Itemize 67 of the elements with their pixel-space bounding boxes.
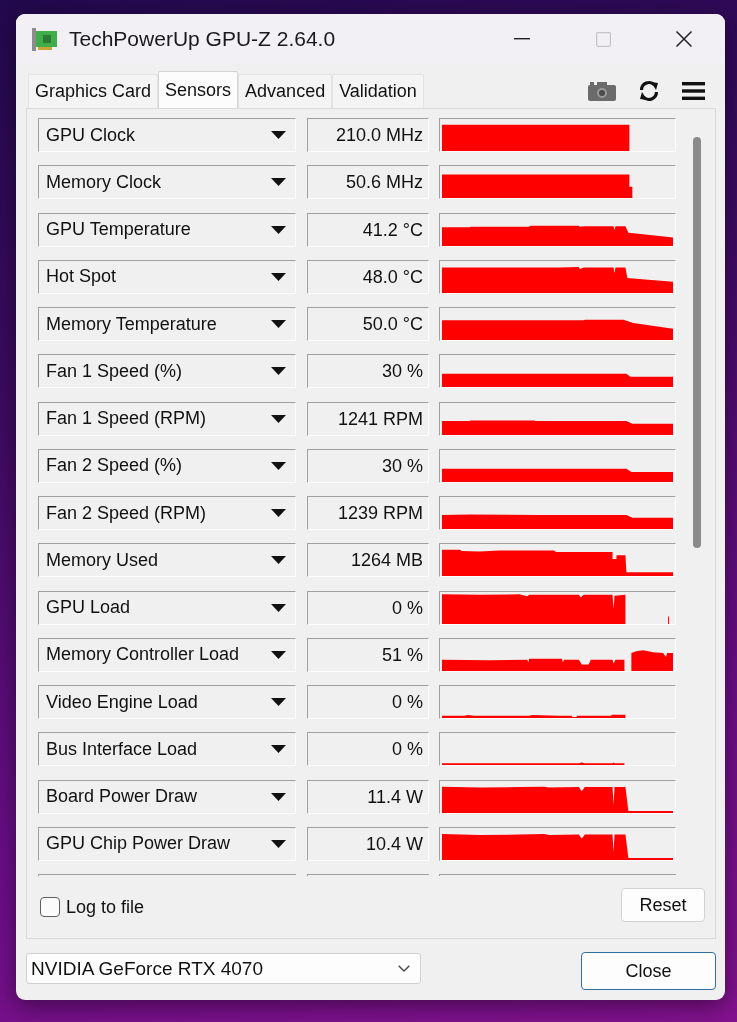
refresh-icon[interactable]: [638, 80, 660, 102]
caret-icon: [271, 414, 286, 423]
sensor-value: 51 %: [307, 637, 429, 672]
caret-icon: [271, 698, 286, 707]
sensor-select[interactable]: Bus Interface Load: [38, 732, 296, 767]
sensor-value: 1239 RPM: [307, 496, 429, 531]
sensor-value: 30 %: [307, 448, 429, 483]
tab[interactable]: Sensors: [158, 71, 239, 108]
chevron-down-icon: [398, 965, 410, 972]
sensor-select[interactable]: Video Engine Load: [38, 685, 296, 720]
caret-icon: [271, 461, 286, 470]
sensor-value: 1241 RPM: [307, 401, 429, 436]
menu-icon[interactable]: [682, 82, 705, 100]
caret-icon: [271, 603, 286, 612]
sensor-value: 0 %: [307, 732, 429, 767]
caret-icon: [271, 131, 286, 139]
caret-icon: [271, 320, 286, 329]
sensor-select[interactable]: Memory Controller Load: [38, 637, 296, 672]
tab[interactable]: Validation: [332, 74, 424, 108]
window-title: TechPowerUp GPU-Z 2.64.0: [69, 27, 337, 51]
sensor-value: 0 %: [307, 685, 429, 720]
caret-icon: [271, 272, 286, 281]
sensor-value: 0 %: [307, 590, 429, 625]
sensor-value: 50.6 MHz: [307, 165, 429, 200]
sensor-value: 1264 MB: [307, 543, 429, 578]
sensor-select[interactable]: Memory Used: [38, 543, 296, 578]
sensor-select[interactable]: GPU Chip Power Draw: [38, 827, 296, 861]
sensor-value: 48.0 °C: [307, 259, 429, 294]
graphics-card-icon: [32, 27, 57, 51]
caret-icon: [271, 367, 286, 376]
caret-icon: [271, 556, 286, 565]
sensor-select[interactable]: Fan 2 Speed (%): [38, 448, 296, 483]
sensor-select[interactable]: Hot Spot: [38, 259, 296, 294]
sensor-select[interactable]: GPU Load: [38, 590, 296, 625]
caret-icon: [271, 745, 286, 754]
tab[interactable]: Graphics Card: [28, 74, 159, 108]
caret-icon: [271, 792, 286, 801]
close-icon: [676, 31, 692, 47]
sensor-value: 11.4 W: [307, 779, 429, 814]
maximize-icon: [595, 31, 611, 47]
caret-icon: [271, 840, 286, 848]
device-select[interactable]: NVIDIA GeForce RTX 4070: [26, 953, 421, 984]
sensor-value: 10.4 W: [307, 827, 429, 861]
sensor-select[interactable]: Fan 1 Speed (RPM): [38, 401, 296, 436]
tab[interactable]: Advanced: [238, 74, 333, 108]
checkbox[interactable]: [40, 897, 60, 917]
sensor-value: 30 %: [307, 354, 429, 389]
sensor-select[interactable]: Board Power Draw: [38, 779, 296, 814]
sensor-select[interactable]: Fan 1 Speed (%): [38, 354, 296, 389]
caret-icon: [271, 178, 286, 187]
sensor-select[interactable]: Fan 2 Speed (RPM): [38, 496, 296, 531]
minimize-icon: [514, 38, 530, 40]
sensor-value: 210.0 MHz: [307, 118, 429, 152]
scrollbar-thumb[interactable]: [692, 137, 701, 548]
caret-icon: [271, 509, 286, 518]
sensor-select[interactable]: Memory Clock: [38, 165, 296, 200]
camera-icon[interactable]: [588, 81, 616, 101]
reset-button[interactable]: Reset: [621, 888, 705, 922]
sensor-value: 41.2 °C: [307, 212, 429, 247]
sensor-select[interactable]: GPU Clock: [38, 118, 296, 152]
sensor-select[interactable]: Memory Temperature: [38, 307, 296, 342]
caret-icon: [271, 225, 286, 234]
sensor-value: 50.0 °C: [307, 307, 429, 342]
sensor-select[interactable]: GPU Temperature: [38, 212, 296, 247]
close-dialog-button[interactable]: Close: [581, 952, 716, 990]
checkbox-label: Log to file: [66, 896, 145, 918]
caret-icon: [271, 650, 286, 659]
